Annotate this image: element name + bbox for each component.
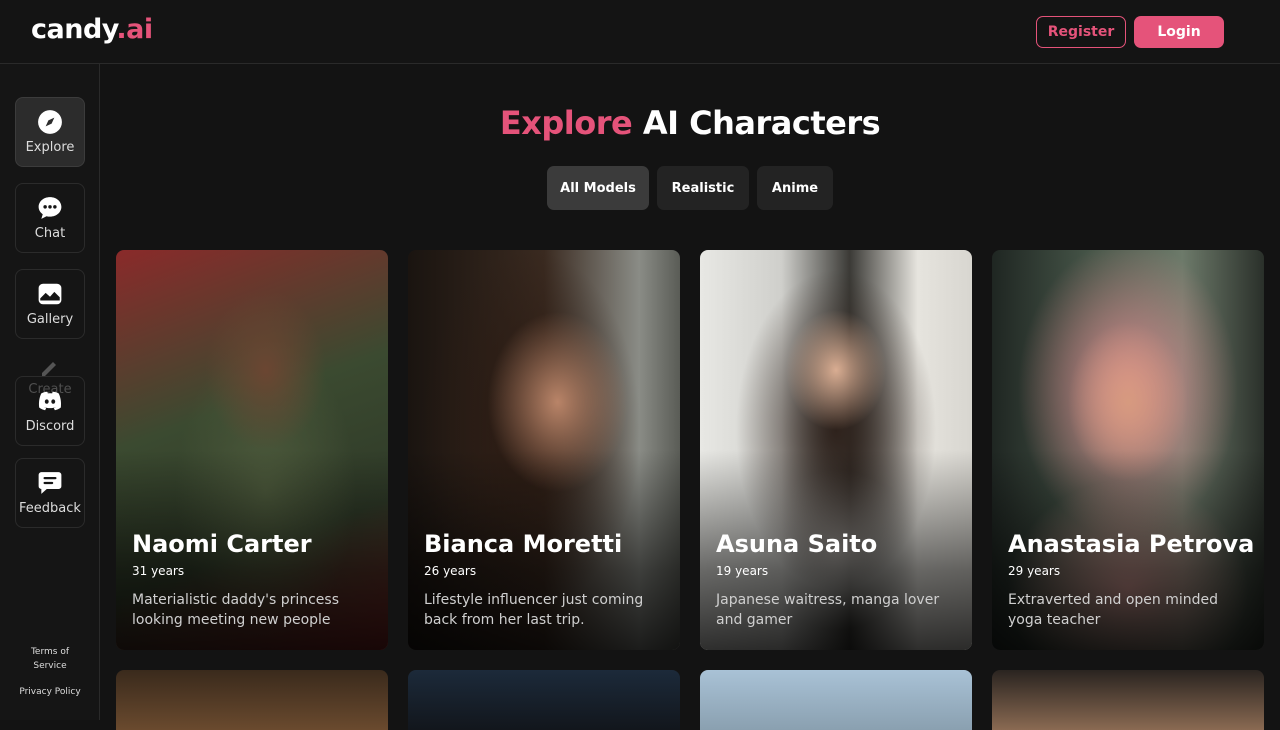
sidebar-item-label: Chat xyxy=(34,226,66,241)
sidebar-item-feedback[interactable]: Feedback xyxy=(15,458,85,528)
privacy-link[interactable]: Privacy Policy xyxy=(0,685,100,699)
terms-link[interactable]: Terms of Service xyxy=(0,645,100,673)
sidebar-item-chat[interactable]: Chat xyxy=(15,183,85,253)
character-card[interactable] xyxy=(116,670,388,730)
filter-realistic[interactable]: Realistic xyxy=(657,166,749,210)
logo-accent: .ai xyxy=(116,14,153,45)
character-name: Asuna Saito xyxy=(716,530,878,558)
character-card[interactable] xyxy=(408,670,680,730)
character-card[interactable] xyxy=(700,670,972,730)
sidebar: Explore Chat Gallery Create Discord Feed… xyxy=(0,64,100,720)
image-icon xyxy=(38,283,62,305)
feedback-icon xyxy=(38,472,62,494)
logo[interactable]: candy.ai xyxy=(31,14,153,45)
character-name: Bianca Moretti xyxy=(424,530,623,558)
character-description: Materialistic daddy's princess looking m… xyxy=(132,592,340,628)
character-age: 26 years xyxy=(424,564,477,578)
top-bar: candy.ai Register Login xyxy=(0,0,1280,64)
character-description: Japanese waitress, manga lover and gamer xyxy=(716,592,940,628)
page-title: Explore AI Characters xyxy=(100,104,1280,142)
filter-anime[interactable]: Anime xyxy=(757,166,833,210)
discord-icon xyxy=(38,391,62,411)
sidebar-item-label: Gallery xyxy=(26,312,74,327)
character-age: 19 years xyxy=(716,564,769,578)
filter-tabs: All Models Realistic Anime xyxy=(547,166,833,210)
sidebar-item-discord[interactable]: Discord xyxy=(15,376,85,446)
character-card[interactable]: Bianca Moretti 26 years Lifestyle influe… xyxy=(408,250,680,650)
character-card[interactable] xyxy=(992,670,1264,730)
sidebar-item-label: Explore xyxy=(25,140,75,155)
character-age: 29 years xyxy=(1008,564,1061,578)
character-card[interactable]: Naomi Carter 31 years Materialistic dadd… xyxy=(116,250,388,650)
compass-icon xyxy=(38,110,62,134)
character-name: Naomi Carter xyxy=(132,530,312,558)
character-description: Extraverted and open minded yoga teacher xyxy=(1008,592,1219,628)
sidebar-item-explore[interactable]: Explore xyxy=(15,97,85,167)
character-name: Anastasia Petrova xyxy=(1008,530,1255,558)
character-age: 31 years xyxy=(132,564,185,578)
sidebar-item-gallery[interactable]: Gallery xyxy=(15,269,85,339)
sidebar-item-label: Discord xyxy=(25,419,75,434)
page-title-rest: AI Characters xyxy=(642,104,881,142)
character-card[interactable]: Asuna Saito 19 years Japanese waitress, … xyxy=(700,250,972,650)
filter-all-models[interactable]: All Models xyxy=(547,166,649,210)
chat-bubble-icon xyxy=(38,197,62,219)
register-button[interactable]: Register xyxy=(1036,16,1126,48)
logo-main: candy xyxy=(31,14,117,45)
sidebar-item-label: Feedback xyxy=(19,501,81,516)
character-card[interactable]: Anastasia Petrova 29 years Extraverted a… xyxy=(992,250,1264,650)
character-description: Lifestyle influencer just coming back fr… xyxy=(424,592,644,628)
page-title-accent: Explore xyxy=(499,104,633,142)
login-button[interactable]: Login xyxy=(1134,16,1224,48)
